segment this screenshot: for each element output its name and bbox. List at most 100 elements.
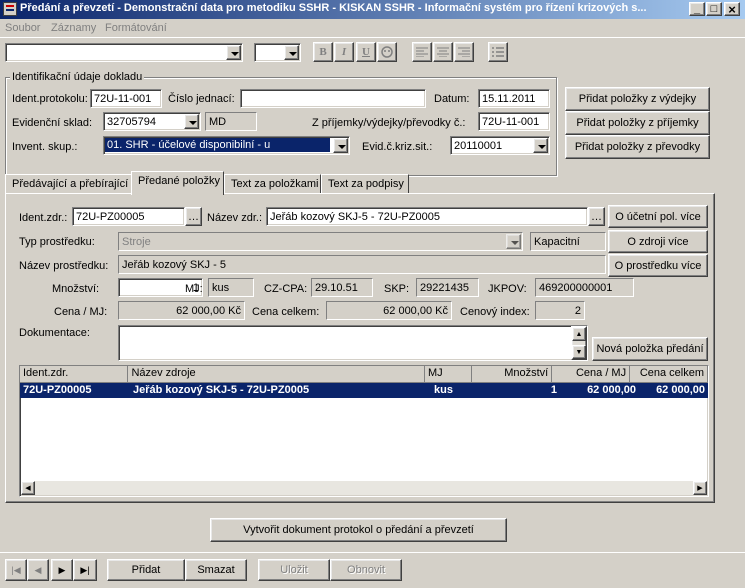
o-zdroji-button[interactable]: O zdroji více [608, 230, 708, 253]
grid-col-cena-mj[interactable]: Cena / MJ [552, 366, 631, 383]
invent-value: 01. SHR - účelové disponibilní - u [105, 138, 330, 152]
tab-predane-polozky[interactable]: Předané položky [131, 171, 224, 195]
nazev-zdr-browse-button[interactable]: … [588, 207, 605, 226]
tab-text-za-podpisy[interactable]: Text za podpisy [321, 174, 409, 194]
grid-horizontal-scrollbar[interactable]: ◀ ▶ [21, 481, 707, 495]
grid-col-ident[interactable]: Ident.zdr. [20, 366, 129, 383]
datum-field[interactable]: 15.11.2011 [478, 89, 550, 108]
nova-polozka-button[interactable]: Nová položka předání [592, 337, 708, 361]
chevron-down-icon [184, 114, 199, 129]
scroll-left-icon[interactable]: ◀ [21, 481, 35, 495]
dokumentace-textarea[interactable] [118, 325, 588, 361]
nav-next-button[interactable]: ▶ [51, 559, 73, 581]
nazev-zdr-field[interactable]: Jeřáb kozový SKJ-5 - 72U-PZ0005 [266, 207, 588, 226]
align-center-button[interactable] [433, 42, 453, 62]
nazev-prostredku-label: Název prostředku: [19, 260, 109, 272]
o-prostredku-button[interactable]: O prostředku více [608, 254, 708, 277]
invent-select[interactable]: 01. SHR - účelové disponibilní - u [103, 136, 350, 155]
refresh-button[interactable]: Obnovit [330, 559, 402, 581]
invent-label: Invent. skup.: [12, 141, 78, 153]
tab-predavajici[interactable]: Předávající a přebírající [5, 174, 132, 194]
sklad-value: 32705794 [107, 116, 156, 128]
chevron-down-icon [284, 45, 299, 60]
czcpa-field: 29.10.51 [311, 278, 373, 297]
tab-text-za-polozkami[interactable]: Text za položkami [224, 174, 321, 194]
ident-zdr-browse-button[interactable]: … [185, 207, 202, 226]
grid-cell: Jeřáb kozový SKJ-5 - 72U-PZ0005 [133, 384, 310, 396]
mj-label: MJ: [185, 283, 203, 295]
grid-col-mnozstvi[interactable]: Množství [472, 366, 553, 383]
menu-zaznamy[interactable]: Záznamy [51, 21, 96, 35]
add-from-vydejka-button[interactable]: Přidat položky z výdejky [565, 87, 710, 111]
close-button[interactable]: × [724, 2, 740, 17]
maximize-button[interactable]: □ [706, 2, 722, 16]
ucetni-polozka-button[interactable]: O účetní pol. více [608, 205, 708, 228]
sklad-label: Evidenční sklad: [12, 117, 93, 129]
align-center-icon [437, 47, 449, 57]
grid-col-mj[interactable]: MJ [424, 366, 473, 383]
typ-prostredku-value: Stroje [122, 236, 151, 248]
items-grid[interactable]: Ident.zdr. Název zdroje MJ Množství Cena… [19, 365, 709, 497]
grid-cell: 72U-PZ00005 [23, 384, 92, 396]
align-left-button[interactable] [412, 42, 432, 62]
datum-label: Datum: [434, 93, 470, 105]
nav-last-button[interactable]: ▶| [73, 559, 97, 581]
nazev-prostredku-field: Jeřáb kozový SKJ - 5 [118, 255, 606, 274]
ident-protokolu-label: Ident.protokolu: [12, 93, 88, 105]
chevron-down-icon [533, 138, 548, 153]
grid-cell: 62 000,00 [656, 384, 705, 396]
grid-header: Ident.zdr. Název zdroje MJ Množství Cena… [20, 366, 708, 383]
chevron-down-icon [226, 45, 241, 60]
scroll-up-icon[interactable]: ▲ [572, 327, 586, 341]
nav-prev-button[interactable]: ◀ [27, 559, 49, 581]
grid-cell: 1 [550, 384, 557, 396]
add-button[interactable]: Přidat [107, 559, 185, 581]
font-name-select[interactable] [5, 43, 243, 62]
typ-prostredku-select[interactable]: Stroje [118, 232, 523, 251]
skp-field: 29221435 [416, 278, 479, 297]
dokumentace-label: Dokumentace: [19, 327, 90, 339]
mj-field: kus [208, 278, 254, 297]
bullet-list-button[interactable] [488, 42, 508, 62]
save-button[interactable]: Uložit [258, 559, 330, 581]
window-title: Předání a převzetí - Demonstrační data p… [20, 2, 647, 14]
evid-select[interactable]: 20110001 [450, 136, 550, 155]
cislo-jednaci-field[interactable] [240, 89, 426, 108]
ident-zdr-field[interactable]: 72U-PZ00005 [72, 207, 185, 226]
menu-formatovani[interactable]: Formátování [105, 21, 167, 35]
ident-protokolu-field[interactable]: 72U-11-001 [90, 89, 162, 108]
align-right-button[interactable] [454, 42, 474, 62]
grid-col-cena-celkem[interactable]: Cena celkem [630, 366, 708, 383]
chevron-down-icon [333, 138, 348, 153]
menu-soubor[interactable]: Soubor [5, 21, 40, 35]
jkpov-label: JKPOV: [488, 283, 527, 295]
cena-mj-label: Cena / MJ: [54, 306, 108, 318]
delete-button[interactable]: Smazat [185, 559, 247, 581]
underline-button[interactable]: U [356, 42, 376, 62]
color-palette-button[interactable] [377, 42, 397, 62]
add-from-prevodka-button[interactable]: Přidat položky z převodky [565, 135, 710, 159]
add-from-prijemka-button[interactable]: Přidat položky z příjemky [565, 111, 710, 135]
mnozstvi-label: Množství: [52, 283, 100, 295]
zprijemky-field[interactable]: 72U-11-001 [478, 112, 550, 131]
dokumentace-scrollbar[interactable]: ▲ ▼ [571, 326, 587, 360]
create-protocol-button[interactable]: Vytvořit dokument protokol o předání a p… [210, 518, 507, 542]
cenovy-index-field: 2 [535, 301, 585, 320]
font-size-select[interactable] [254, 43, 301, 62]
cena-mj-field: 62 000,00 Kč [118, 301, 245, 320]
chevron-down-icon [506, 234, 521, 249]
sklad-select[interactable]: 32705794 [103, 112, 201, 131]
nav-first-button[interactable]: |◀ [5, 559, 27, 581]
bold-button[interactable]: B [313, 42, 333, 62]
grid-col-nazev[interactable]: Název zdroje [128, 366, 425, 383]
skp-label: SKP: [384, 283, 410, 295]
cena-celkem-label: Cena celkem: [252, 306, 320, 318]
nazev-zdr-label: Název zdr.: [207, 212, 263, 224]
minimize-button[interactable]: _ [689, 2, 705, 16]
evid-value: 20110001 [454, 140, 503, 152]
scroll-right-icon[interactable]: ▶ [693, 481, 707, 495]
table-row[interactable]: 72U-PZ00005 Jeřáb kozový SKJ-5 - 72U-PZ0… [20, 383, 708, 398]
title-bar: Předání a převzetí - Demonstrační data p… [0, 0, 745, 19]
scroll-down-icon[interactable]: ▼ [572, 345, 586, 359]
italic-button[interactable]: I [334, 42, 354, 62]
